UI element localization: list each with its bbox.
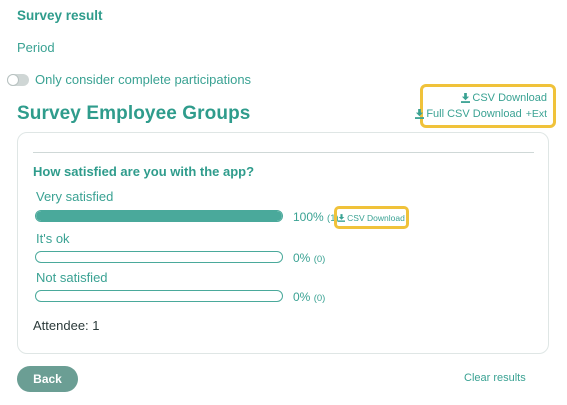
card-divider — [33, 152, 534, 153]
option-percent: 0% (0) — [293, 290, 325, 304]
option-bar — [35, 210, 283, 222]
toggle-label: Only consider complete participations — [35, 72, 252, 87]
count-text: (0) — [313, 254, 326, 265]
ext-label: +Ext — [525, 108, 547, 120]
toggle-knob — [7, 73, 19, 86]
count-text: (0) — [313, 293, 326, 304]
option-label: It's ok — [36, 231, 70, 246]
percent-text: 0% — [293, 251, 311, 265]
download-links-highlight: CSV Download Full CSV Download +Ext — [415, 84, 556, 128]
option-csv-download-link[interactable]: CSV Download — [338, 213, 405, 223]
complete-participations-toggle-row[interactable]: Only consider complete participations — [7, 72, 251, 87]
full-csv-download-link[interactable]: Full CSV Download +Ext — [415, 108, 547, 120]
percent-text: 100% — [293, 210, 324, 224]
back-button[interactable]: Back — [17, 366, 78, 392]
option-bar-fill — [36, 211, 282, 221]
option-bar — [35, 251, 283, 263]
option-percent: 0% (0) — [293, 251, 325, 265]
download-icon — [338, 213, 346, 222]
attendee-count: Attendee: 1 — [33, 318, 100, 333]
option-label: Not satisfied — [36, 270, 108, 285]
page-title: Survey result — [17, 8, 103, 23]
full-csv-download-label: Full CSV Download — [426, 108, 522, 120]
clear-results-link[interactable]: Clear results — [464, 372, 526, 384]
option-label: Very satisfied — [36, 189, 114, 204]
complete-participations-toggle[interactable] — [7, 73, 29, 86]
download-icon — [461, 93, 471, 103]
section-title: Survey Employee Groups — [17, 103, 251, 124]
csv-download-label: CSV Download — [472, 92, 547, 104]
download-icon — [415, 109, 425, 119]
period-label[interactable]: Period — [17, 40, 55, 55]
percent-text: 0% — [293, 290, 311, 304]
csv-download-link[interactable]: CSV Download — [461, 92, 547, 104]
option-csv-download-label: CSV Download — [347, 212, 405, 223]
option-percent: 100% (1) — [293, 210, 339, 224]
option-csv-download-highlight: CSV Download — [334, 206, 409, 229]
question-title: How satisfied are you with the app? — [33, 164, 255, 179]
option-bar — [35, 290, 283, 302]
